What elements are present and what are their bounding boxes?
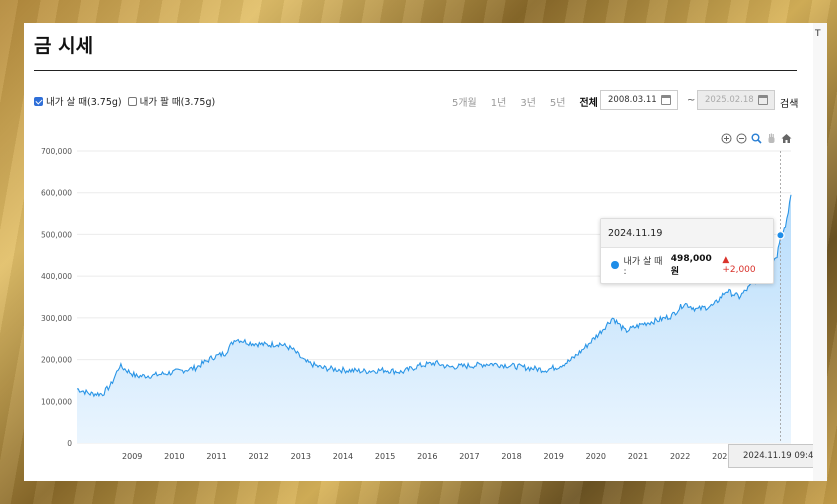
y-tick-label: 700,000 [41,147,72,156]
tooltip-change: ▲ +2,000 [722,255,756,275]
x-axis-ticks: 2009 2010 2011 2012 2013 2014 2015 2016 2017 2018… [122,452,732,461]
x-tick-label: 2018 [501,452,521,461]
y-tick-label: 200,000 [41,356,72,365]
y-axis-ticks: 0 100,000 200,000 300,000 400,000 500,000 600,… [41,147,72,448]
tooltip-row: 내가 살 때 : 498,000원 ▲ +2,000 [601,248,773,282]
series-dot-icon [611,261,619,269]
x-tick-label: 2013 [291,452,311,461]
hover-point[interactable] [776,231,785,240]
y-tick-label: 600,000 [41,189,72,198]
x-tick-label: 2015 [375,452,395,461]
y-tick-label: 300,000 [41,314,72,323]
x-tick-label: 2022 [670,452,690,461]
x-tick-label: 2012 [248,452,268,461]
tooltip-date: 2024.11.19 [601,219,773,248]
x-tick-label: 2021 [628,452,648,461]
x-tick-label: 2017 [459,452,479,461]
x-tick-label: 2019 [544,452,564,461]
y-tick-label: 0 [67,439,72,448]
tooltip-value: 498,000원 [670,253,712,277]
y-tick-label: 100,000 [41,397,72,406]
tooltip-series-label: 내가 살 때 : [623,256,663,277]
gold-price-panel: 금 시세 내가 살 때(3.75g) 내가 팔 때(3.75g) 5개월 1년 … [24,23,813,481]
x-tick-label: 2016 [417,452,437,461]
adjacent-panel-edge [813,23,827,481]
x-tick-label: 2011 [206,452,226,461]
x-tick-label: 2014 [333,452,353,461]
y-tick-label: 400,000 [41,272,72,281]
price-tooltip: 2024.11.19 내가 살 때 : 498,000원 ▲ +2,000 [600,218,774,284]
x-tick-label: 2020 [586,452,606,461]
x-tick-label: 2010 [164,452,184,461]
x-tick-label: 2009 [122,452,142,461]
y-tick-label: 500,000 [41,230,72,239]
adjacent-panel-text: T [815,29,821,39]
crosshair-time-label: 2024.11.19 09:42:54 [728,444,813,468]
